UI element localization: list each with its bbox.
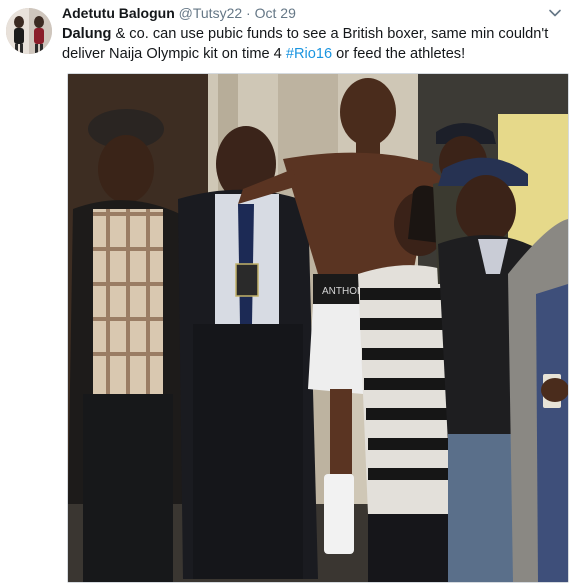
tweet-text-part2: or feed the athletes!	[332, 46, 466, 62]
header-separator: ·	[246, 5, 251, 21]
author-name[interactable]: Adetutu Balogun	[62, 5, 175, 21]
author-avatar[interactable]	[6, 8, 52, 54]
hashtag-link[interactable]: #Rio16	[286, 46, 332, 62]
tweet-header: Adetutu Balogun @Tutsy22 · Oct 29	[62, 4, 536, 22]
tweet-photo[interactable]: ANTHONY JOSHUA	[67, 73, 569, 583]
chevron-down-icon[interactable]	[548, 6, 562, 20]
tweet[interactable]: Adetutu Balogun @Tutsy22 · Oct 29 Dalung…	[0, 0, 576, 588]
mention-link[interactable]: Dalung	[62, 26, 111, 42]
tweet-date[interactable]: Oct 29	[255, 5, 296, 21]
tweet-text: Dalung & co. can use pubic funds to see …	[62, 24, 562, 64]
author-handle[interactable]: @Tutsy22	[179, 5, 243, 21]
